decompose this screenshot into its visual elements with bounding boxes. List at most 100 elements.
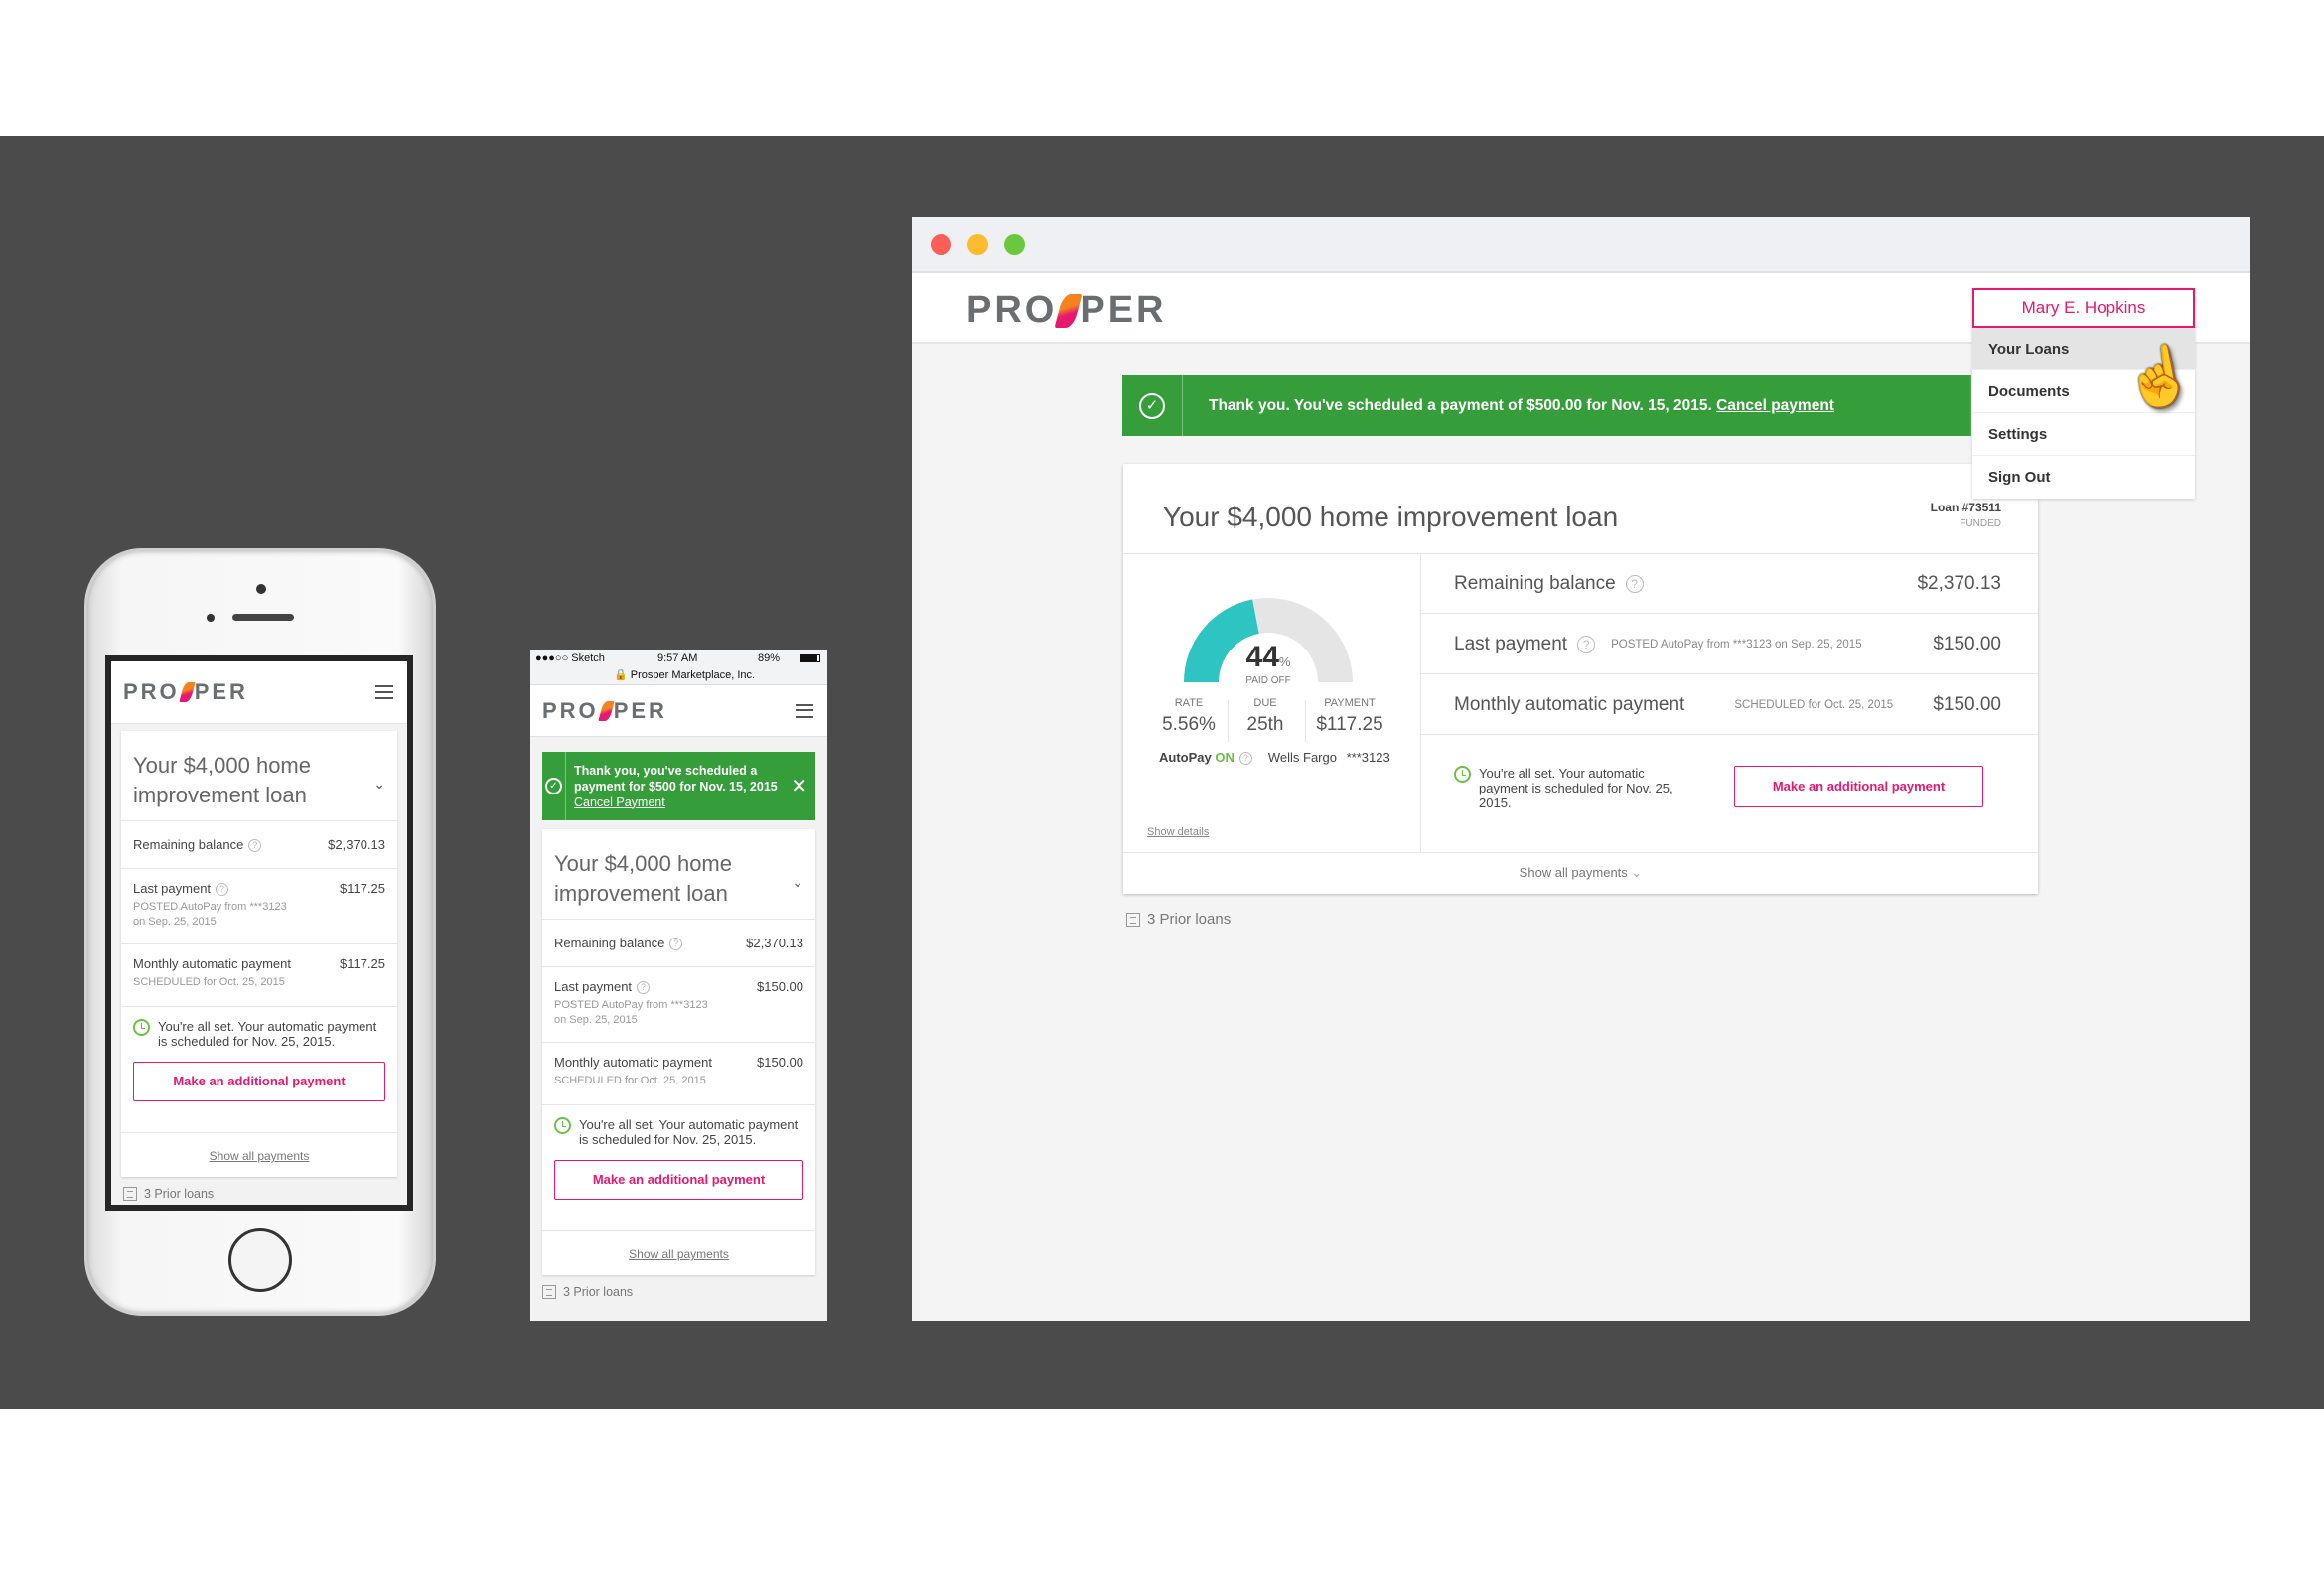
close-window-button[interactable]: [931, 234, 951, 255]
meta: POSTED AutoPay from ***3123: [133, 901, 287, 914]
help-icon[interactable]: ?: [1238, 752, 1252, 766]
monthly-payment-row: Monthly automatic payment SCHEDULED for O…: [1421, 675, 2038, 735]
make-payment-button[interactable]: Make an additional payment: [1734, 766, 1983, 807]
loan-title-text: Your $4,000 home improvement loan: [554, 851, 732, 906]
meta: on Sep. 25, 2015: [133, 916, 217, 929]
minimize-window-button[interactable]: [967, 234, 988, 255]
chevron-down-icon: ⌄: [1631, 865, 1643, 880]
chevron-down-icon[interactable]: ⌄: [792, 867, 803, 897]
hamburger-menu-icon[interactable]: [796, 703, 813, 718]
prosper-logo[interactable]: PRO PER: [966, 289, 1167, 332]
meta: SCHEDULED for Oct. 25, 2015: [554, 1075, 706, 1086]
allset-section: You're all set. Your automatic payment i…: [121, 1007, 397, 1133]
cancel-payment-link[interactable]: Cancel payment: [1716, 397, 1834, 414]
value: $2,370.13: [746, 936, 803, 950]
value: $2,370.13: [1917, 572, 2001, 594]
menu-item-sign-out[interactable]: Sign Out: [1972, 456, 2195, 499]
success-banner: ✓ Thank you, you've scheduled a payment …: [542, 752, 815, 820]
label: Monthly automatic payment: [1454, 693, 1685, 715]
label: Last payment: [554, 979, 633, 994]
logo-text: PER: [613, 697, 667, 723]
cancel-payment-link[interactable]: Cancel Payment: [574, 795, 665, 809]
remaining-balance-row: Remaining balance? $2,370.13: [121, 821, 397, 869]
remaining-balance-row: Remaining balance? $2,370.13: [1421, 554, 2038, 614]
camera: [256, 584, 266, 594]
user-name-button[interactable]: Mary E. Hopkins: [1972, 288, 2195, 328]
divider: [1228, 700, 1229, 742]
logo-text: PRO: [542, 697, 599, 723]
meta: POSTED AutoPay from ***3123: [554, 999, 708, 1012]
allset-section: You're all set. Your automatic payment i…: [542, 1105, 815, 1231]
loan-card: Your $4,000 home improvement loan ⌄ Remai…: [121, 731, 397, 1177]
due-value: 25th: [1246, 714, 1284, 735]
autopay-status: AutoPay ON? Wells Fargo ***3123: [1159, 750, 1390, 766]
menu-item-settings[interactable]: Settings: [1972, 413, 2195, 456]
autopay-state: ON: [1215, 750, 1235, 765]
help-icon[interactable]: ?: [637, 981, 651, 995]
carrier: ●●●○○ Sketch: [535, 652, 605, 664]
close-icon[interactable]: ✕: [791, 777, 815, 796]
prior-loans-link[interactable]: 3 Prior loans: [542, 1285, 827, 1299]
allset-text: You're all set. Your automatic payment i…: [158, 1019, 377, 1049]
clock-icon: [1454, 766, 1471, 783]
make-payment-button[interactable]: Make an additional payment: [133, 1062, 385, 1101]
prior-loans-link[interactable]: 3 Prior loans: [1126, 911, 1231, 928]
logo-text: PRO: [966, 289, 1058, 331]
gauge-label: PAID OFF: [1245, 675, 1291, 686]
speaker: [232, 614, 294, 621]
loan-number: Loan #73511: [1930, 501, 2001, 514]
meta: SCHEDULED for Oct. 25, 2015: [1734, 698, 1894, 711]
list-icon: [542, 1285, 556, 1299]
clock-icon: [133, 1019, 150, 1036]
chevron-down-icon[interactable]: ⌄: [373, 769, 385, 798]
title-bar: [912, 217, 2250, 273]
battery-icon: [800, 654, 820, 662]
help-icon[interactable]: ?: [1625, 574, 1644, 593]
prior-loans-link[interactable]: 3 Prior loans: [123, 1187, 407, 1201]
monthly-payment-row: Monthly automatic payment $117.25 SCHEDULE…: [121, 944, 397, 1007]
label: Remaining balance: [1454, 572, 1616, 594]
remaining-balance-row: Remaining balance? $2,370.13: [542, 920, 815, 967]
show-all-payments-link[interactable]: Show all payments: [121, 1133, 397, 1177]
show-all-payments-link[interactable]: Show all payments ⌄: [1123, 865, 2038, 881]
allset-text: You're all set. Your automatic payment i…: [579, 1117, 799, 1147]
percent-value: 44: [1245, 641, 1279, 673]
make-payment-button[interactable]: Make an additional payment: [554, 1160, 803, 1200]
loan-title[interactable]: Your $4,000 home improvement loan ⌄: [121, 731, 397, 821]
last-payment-row: Last payment? $150.00 POSTED AutoPay from …: [542, 967, 815, 1043]
loan-title-text: Your $4,000 home improvement loan: [133, 753, 311, 807]
help-icon[interactable]: ?: [669, 938, 683, 951]
maximize-window-button[interactable]: [1004, 234, 1025, 255]
help-icon[interactable]: ?: [1577, 635, 1596, 653]
monthly-payment-row: Monthly automatic payment $150.00 SCHEDULE…: [542, 1043, 815, 1105]
show-all-payments-link[interactable]: Show all payments: [542, 1231, 815, 1275]
mobile-header: PRO PER: [530, 685, 827, 737]
meta: SCHEDULED for Oct. 25, 2015: [133, 976, 285, 988]
mobile-header: PRO PER: [111, 661, 407, 724]
loan-title[interactable]: Your $4,000 home improvement loan ⌄: [542, 829, 815, 920]
mobile-screen-1: PRO PER Your $4,000 home improvement loan…: [105, 655, 413, 1211]
logo-mark: [179, 682, 196, 702]
success-banner: ✓ Thank you. You've scheduled a payment …: [1122, 375, 1971, 436]
logo-mark: [1054, 293, 1083, 328]
last-payment-row: Last payment? POSTED AutoPay from ***3123…: [1421, 615, 2038, 674]
divider: [1123, 852, 2038, 853]
loan-card: Your $4,000 home improvement loan Loan #…: [1123, 464, 2038, 894]
browser-window: PRO PER ✓ Thank you. You've scheduled a p…: [912, 217, 2250, 1321]
list-icon: [123, 1187, 137, 1201]
prosper-logo[interactable]: PRO PER: [123, 679, 248, 705]
label: Monthly automatic payment: [554, 1055, 712, 1070]
show-details-link[interactable]: Show details: [1147, 826, 1209, 838]
hamburger-menu-icon[interactable]: [375, 685, 393, 699]
prosper-logo[interactable]: PRO PER: [542, 698, 667, 724]
logo-text: PER: [194, 679, 248, 704]
meta: POSTED AutoPay from ***3123 on Sep. 25, …: [1611, 638, 1862, 650]
help-icon[interactable]: ?: [216, 883, 229, 897]
check-icon: ✓: [1122, 375, 1183, 436]
help-icon[interactable]: ?: [248, 839, 262, 853]
value: $2,370.13: [328, 837, 385, 852]
label: Last payment: [1454, 633, 1568, 654]
label: Remaining balance: [554, 936, 665, 950]
home-button[interactable]: [228, 1228, 292, 1292]
bank-account: ***3123: [1346, 750, 1390, 765]
